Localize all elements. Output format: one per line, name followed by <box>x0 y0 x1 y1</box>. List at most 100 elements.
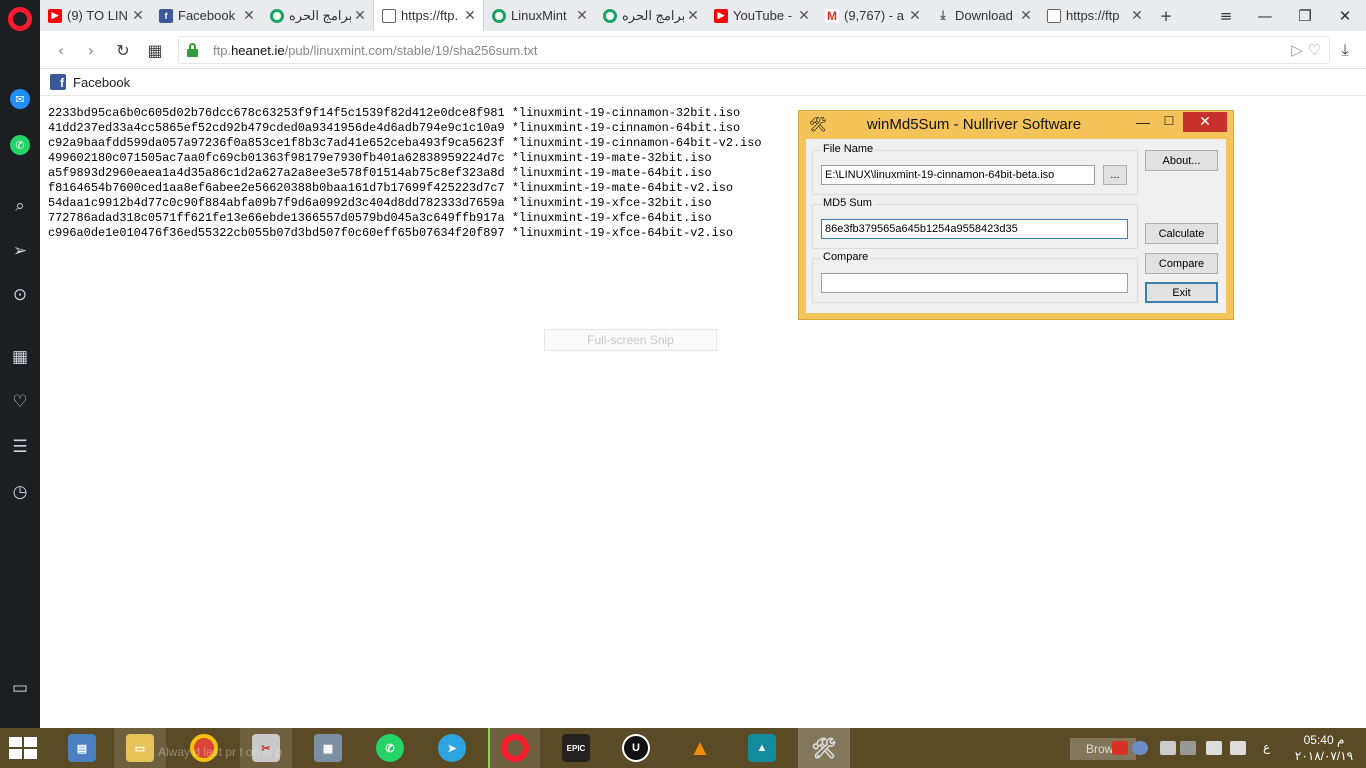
telegram-icon: ➤ <box>438 734 466 762</box>
compare-group: Compare <box>812 251 1138 303</box>
send-page-icon[interactable]: ▷ <box>1291 41 1303 59</box>
compare-field[interactable] <box>821 273 1128 293</box>
sidebar-toggle-icon[interactable]: ▭ <box>8 676 32 700</box>
send-icon[interactable]: ➢ <box>8 239 32 263</box>
tab-close-icon[interactable]: ✕ <box>795 7 813 24</box>
calculate-button[interactable]: Calculate <box>1145 223 1218 244</box>
forward-icon[interactable]: › <box>80 39 102 61</box>
taskbar-calculator[interactable]: ▦ <box>302 728 354 768</box>
taskbar-unreal-engine[interactable]: U <box>610 728 662 768</box>
dialog-maximize-button[interactable]: ☐ <box>1157 114 1181 132</box>
opera-logo-icon[interactable] <box>8 7 32 31</box>
tab-5[interactable]: البرامج الحره✕ <box>595 0 706 31</box>
epic-games-icon: EPIC <box>562 734 590 762</box>
news-icon[interactable]: ☰ <box>8 435 32 459</box>
close-window-button[interactable]: ✕ <box>1325 0 1365 31</box>
search-icon[interactable]: ⌕ <box>8 194 32 218</box>
compare-button[interactable]: Compare <box>1145 253 1218 274</box>
taskbar-epic-games[interactable]: EPIC <box>550 728 602 768</box>
checksum-line: a5f9893d2960eaea1a4d35a86c1d2a627a2a8ee3… <box>48 166 712 180</box>
tab-bar: ▶(9) TO LIN✕fFacebook✕البرامج الحره✕http… <box>40 0 1366 31</box>
restore-button[interactable]: ❐ <box>1285 0 1325 31</box>
facebook-icon: f <box>159 8 173 23</box>
checksum-line: 54daa1c9912b4d77c0c90f884abfa09b7f9d6a09… <box>48 196 712 210</box>
windows-start-icon[interactable] <box>9 737 39 759</box>
about-button[interactable]: About... <box>1145 150 1218 171</box>
tray-mega-icon[interactable] <box>1112 741 1128 755</box>
opera-sidebar: ✉ ✆ ⌕ ➢ ⊙ ▦ ♡ ☰ ◷ ▭ <box>0 0 40 728</box>
qlink-icon <box>270 8 284 23</box>
tab-close-icon[interactable]: ✕ <box>351 7 369 24</box>
back-icon[interactable]: ‹ <box>50 39 72 61</box>
url-field[interactable]: ftp.heanet.ie/pub/linuxmint.com/stable/1… <box>178 36 1330 64</box>
tab-6[interactable]: ▶ YouTube - ✕ <box>706 0 817 31</box>
tab-close-icon[interactable]: ✕ <box>573 7 591 24</box>
tab-label: (9,767) - a <box>844 8 904 23</box>
url-text[interactable]: ftp.heanet.ie/pub/linuxmint.com/stable/1… <box>213 43 538 58</box>
tabs-grid-icon[interactable]: ▦ <box>144 39 166 61</box>
unreal-icon: U <box>622 734 650 762</box>
tab-4[interactable]: LinuxMint ✕ <box>484 0 595 31</box>
md5-sum-field[interactable]: 86e3fb379565a645b1254a9558423d35 <box>821 219 1128 239</box>
downloads-icon[interactable]: ⤓ <box>1334 39 1356 61</box>
tray-network-globe-icon[interactable] <box>1132 741 1148 755</box>
taskbar-winmd5sum[interactable]: 🛠 <box>798 728 850 768</box>
tab-label: البرامج الحره <box>289 7 351 23</box>
tab-close-icon[interactable]: ✕ <box>1017 7 1035 24</box>
tray-flag-icon[interactable] <box>1160 741 1176 755</box>
taskbar-vlc[interactable]: ▲ <box>674 728 726 768</box>
tab-close-icon[interactable]: ✕ <box>461 7 479 24</box>
bookmarks-bar: f Facebook <box>40 69 1366 96</box>
tools-icon: 🛠 <box>811 737 837 760</box>
speed-dial-icon[interactable]: ▦ <box>8 345 32 369</box>
dialog-minimize-button[interactable]: — <box>1131 114 1155 132</box>
tab-7[interactable]: M (9,767) - a ✕ <box>817 0 928 31</box>
tab-close-icon[interactable]: ✕ <box>906 7 924 24</box>
dialog-titlebar[interactable]: 🛠 winMd5Sum - Nullriver Software — ☐ ✕ <box>799 111 1233 139</box>
checksum-line: c996a0de1e010476f36ed55322cb055b07d3bd50… <box>48 226 734 240</box>
tab-1[interactable]: f Facebook ✕ <box>151 0 262 31</box>
taskbar-whatsapp[interactable]: ✆ <box>364 728 416 768</box>
file-name-field[interactable]: E:\LINUX\linuxmint-19-cinnamon-64bit-bet… <box>821 165 1095 185</box>
tab-close-icon[interactable]: ✕ <box>1128 7 1146 24</box>
tab-8[interactable]: ⤓ Download ✕ <box>928 0 1039 31</box>
tray-volume-icon[interactable] <box>1230 741 1246 755</box>
taskbar-opera[interactable] <box>488 728 540 768</box>
bookmark-heart-icon[interactable]: ♡ <box>1308 41 1321 59</box>
camera-icon[interactable]: ⊙ <box>8 283 32 307</box>
tray-signal-icon[interactable] <box>1206 741 1222 755</box>
md5-label: MD5 Sum <box>821 197 874 209</box>
tab-close-icon[interactable]: ✕ <box>240 7 258 24</box>
exit-button[interactable]: Exit <box>1145 282 1218 303</box>
language-indicator[interactable]: ع <box>1263 740 1270 754</box>
whatsapp-icon: ✆ <box>376 734 404 762</box>
taskbar-telegram[interactable]: ➤ <box>426 728 478 768</box>
tab-label: Download <box>955 8 1013 23</box>
bookmark-facebook[interactable]: f Facebook <box>50 74 130 90</box>
minimize-button[interactable]: — <box>1245 0 1285 31</box>
reload-icon[interactable]: ↻ <box>112 39 134 61</box>
md5-group: MD5 Sum 86e3fb379565a645b1254a9558423d35 <box>812 197 1138 249</box>
tab-menu-icon[interactable]: ≡ <box>1206 0 1246 31</box>
compare-label: Compare <box>821 251 871 263</box>
tab-close-icon[interactable]: ✕ <box>684 7 702 24</box>
history-icon[interactable]: ◷ <box>8 480 32 504</box>
dialog-close-button[interactable]: ✕ <box>1183 112 1227 132</box>
browse-button[interactable]: ... <box>1103 165 1127 185</box>
taskbar-control-panel[interactable]: ▤ <box>56 728 108 768</box>
messenger-icon[interactable]: ✉ <box>10 89 30 109</box>
calculator-icon: ▦ <box>314 734 342 762</box>
url-actions: ▷ ♡ <box>1291 41 1321 59</box>
new-tab-button[interactable]: + <box>1146 0 1186 31</box>
tab-2[interactable]: البرامج الحره✕ <box>262 0 373 31</box>
tab-9[interactable]: https://ftp ✕ <box>1039 0 1150 31</box>
clock[interactable]: 05:40 م ٢٠١٨/٠٧/١٩ <box>1292 732 1356 764</box>
tab-3[interactable]: https://ftp. ✕ <box>373 0 484 31</box>
heart-icon[interactable]: ♡ <box>8 390 32 414</box>
tray-device-icon[interactable] <box>1180 741 1196 755</box>
whatsapp-icon[interactable]: ✆ <box>10 135 30 155</box>
tab-label: البرامج الحره <box>622 7 684 23</box>
taskbar-3ds-max[interactable]: ▲ <box>736 728 788 768</box>
tab-0[interactable]: ▶ (9) TO LIN ✕ <box>40 0 151 31</box>
tab-close-icon[interactable]: ✕ <box>129 7 147 24</box>
